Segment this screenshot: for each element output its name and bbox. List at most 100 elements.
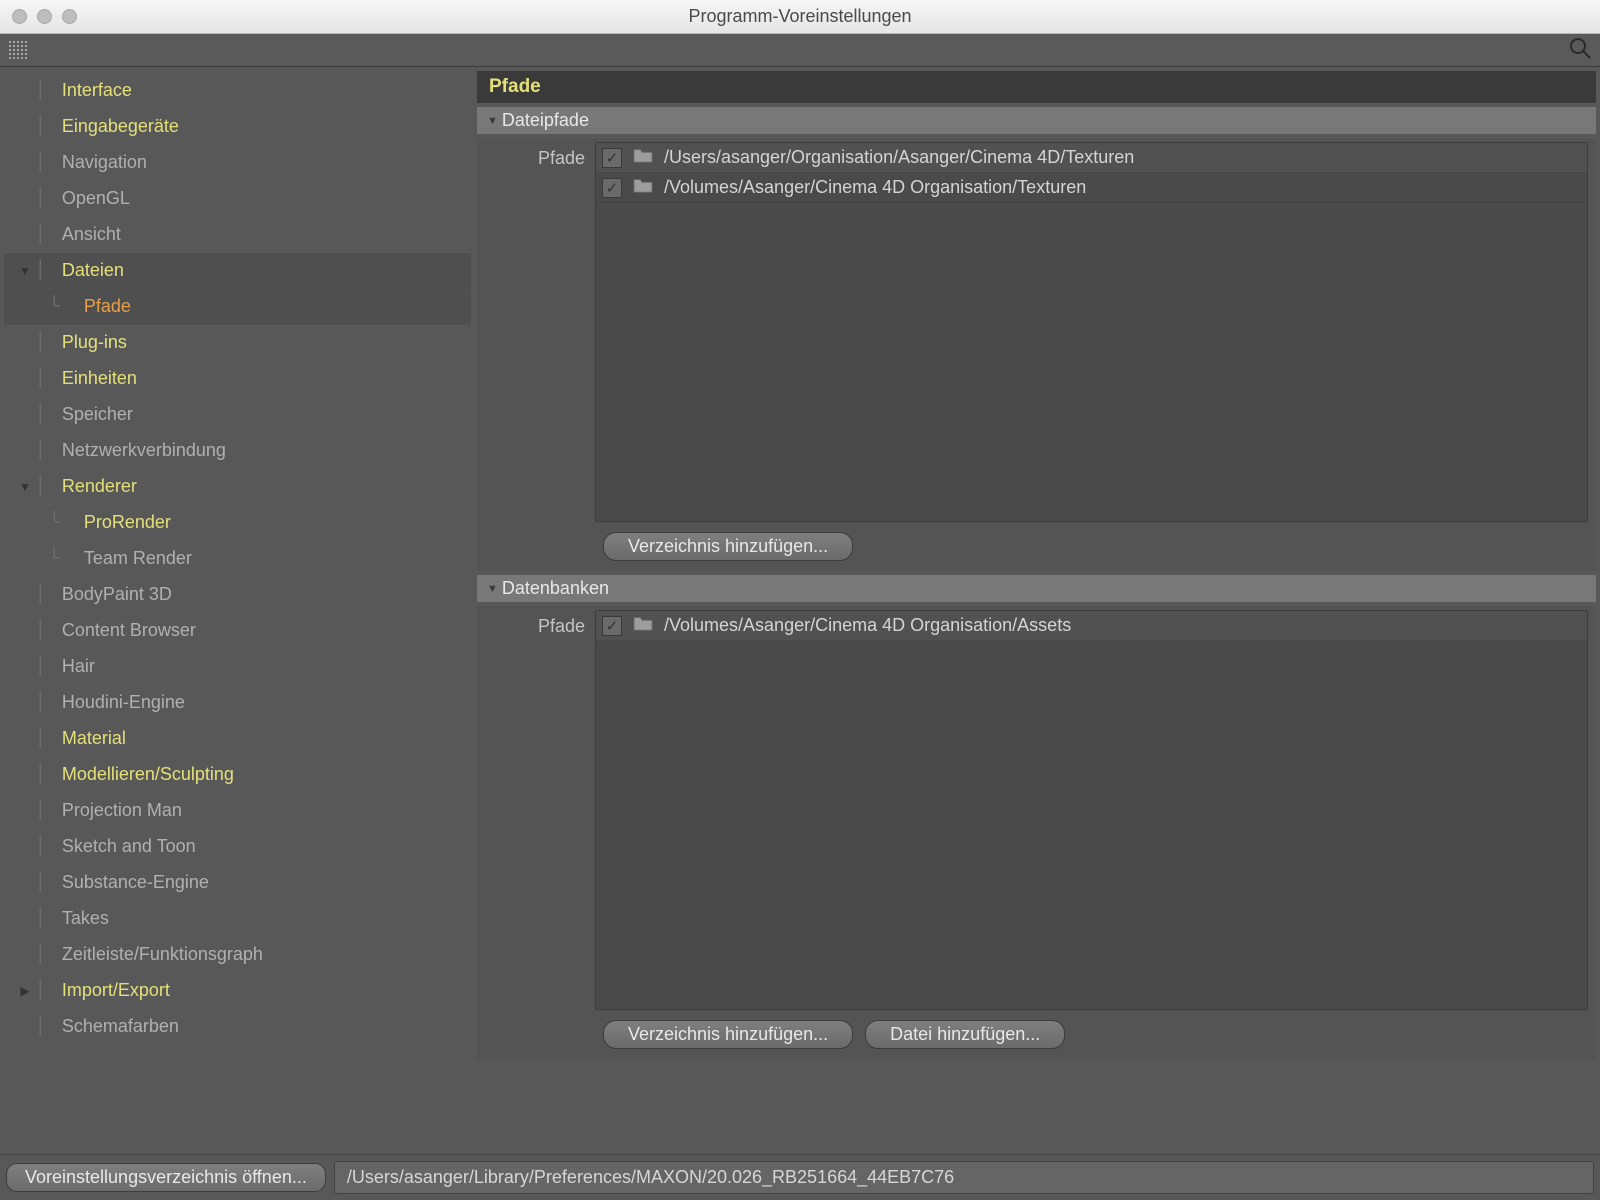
field-label: Pfade [485, 142, 585, 169]
tree-item-label: Team Render [84, 548, 192, 569]
tree-item-label: Modellieren/Sculpting [62, 764, 234, 785]
folder-icon [632, 146, 654, 169]
tree-item-navigation[interactable]: │Navigation [4, 145, 471, 181]
tree-item-hair[interactable]: │ Hair [4, 649, 471, 685]
path-text: /Volumes/Asanger/Cinema 4D Organisation/… [664, 615, 1071, 636]
toolbar [0, 34, 1600, 67]
tree-item-label: OpenGL [62, 188, 130, 209]
section-header-datenbanken[interactable]: ▼ Datenbanken [477, 575, 1596, 602]
path-checkbox[interactable]: ✓ [602, 616, 622, 636]
tree-item-label: Houdini-Engine [62, 692, 185, 713]
tree-item-label: Sketch and Toon [62, 836, 196, 857]
tree-item-label: Plug-ins [62, 332, 127, 353]
tree-item-pfade[interactable]: └Pfade [4, 289, 471, 325]
tree-pipe-icon: │ [35, 224, 46, 245]
tree-item-schemafarben[interactable]: │ Schemafarben [4, 1009, 471, 1045]
tree-pipe-icon: │ [35, 836, 46, 857]
tree-item-modellieren-sculpting[interactable]: │ Modellieren/Sculpting [4, 757, 471, 793]
tree-pipe-icon: │ [35, 728, 46, 749]
tree-pipe-icon: │ [35, 800, 46, 821]
add-directory-button[interactable]: Verzeichnis hinzufügen... [603, 1020, 853, 1049]
search-icon[interactable] [1568, 36, 1592, 65]
section-body-datenbanken: Pfade ✓/Volumes/Asanger/Cinema 4D Organi… [477, 606, 1596, 1059]
tree-item-sketch-and-toon[interactable]: │ Sketch and Toon [4, 829, 471, 865]
tree-item-renderer[interactable]: ▼ │ Renderer [4, 469, 471, 505]
tree-item-projection-man[interactable]: │ Projection Man [4, 793, 471, 829]
tree-item-label: Hair [62, 656, 95, 677]
tree-item-label: Material [62, 728, 126, 749]
path-row[interactable]: ✓ /Volumes/Asanger/Cinema 4D Organisation… [596, 611, 1587, 641]
tree-item-prorender[interactable]: └ProRender [4, 505, 471, 541]
tree-item-label: Eingabegeräte [62, 116, 179, 137]
grid-icon[interactable] [8, 40, 28, 60]
tree-pipe-icon: │ [35, 692, 46, 713]
tree-item-opengl[interactable]: │ OpenGL [4, 181, 471, 217]
tree-pipe-icon: │ [35, 368, 46, 389]
tree-item-label: Ansicht [62, 224, 121, 245]
tree-item-eingabeger-te[interactable]: │ Eingabegeräte [4, 109, 471, 145]
disclosure-triangle-icon: ▼ [487, 583, 498, 595]
tree-item-label: Speicher [62, 404, 133, 425]
tree-item-label: Takes [62, 908, 109, 929]
tree-item-netzwerkverbindung[interactable]: │Netzwerkverbindung [4, 433, 471, 469]
window-titlebar: Programm-Voreinstellungen [0, 0, 1600, 34]
add-file-button[interactable]: Datei hinzufügen... [865, 1020, 1065, 1049]
tree-item-substance-engine[interactable]: │Substance-Engine [4, 865, 471, 901]
tree-item-einheiten[interactable]: │Einheiten [4, 361, 471, 397]
content-panel: Pfade ▼ Dateipfade Pfade ✓/Users/asanger… [477, 71, 1596, 1154]
tree-item-import-export[interactable]: ▶│Import/Export [4, 973, 471, 1009]
twisty-icon: ▼ [19, 264, 31, 278]
tree-item-material[interactable]: │ Material [4, 721, 471, 757]
add-directory-button[interactable]: Verzeichnis hinzufügen... [603, 532, 853, 561]
tree-pipe-icon: │ [35, 188, 46, 209]
tree-item-speicher[interactable]: │ Speicher [4, 397, 471, 433]
tree-item-houdini-engine[interactable]: │ Houdini-Engine [4, 685, 471, 721]
tree-item-label: Import/Export [62, 980, 170, 1001]
tree-pipe-icon: │ [35, 764, 46, 785]
window-title: Programm-Voreinstellungen [0, 6, 1600, 27]
tree-item-interface[interactable]: │Interface [4, 73, 471, 109]
tree-pipe-icon: │ [35, 332, 46, 353]
tree-item-label: ProRender [84, 512, 171, 533]
tree-pipe-icon: │ [35, 116, 46, 137]
tree-item-zeitleiste-funktionsgraph[interactable]: │Zeitleiste/Funktionsgraph [4, 937, 471, 973]
tree-item-label: Projection Man [62, 800, 182, 821]
twisty-icon: ▼ [19, 480, 31, 494]
path-checkbox[interactable]: ✓ [602, 148, 622, 168]
tree-item-label: Schemafarben [62, 1016, 179, 1037]
preferences-tree: │Interface│Eingabegeräte│Navigation│Open… [4, 71, 471, 1154]
tree-item-bodypaint-3d[interactable]: │ BodyPaint 3D [4, 577, 471, 613]
tree-item-content-browser[interactable]: │Content Browser [4, 613, 471, 649]
path-row[interactable]: ✓/Users/asanger/Organisation/Asanger/Cin… [596, 143, 1587, 173]
section-body-dateipfade: Pfade ✓/Users/asanger/Organisation/Asang… [477, 138, 1596, 571]
tree-pipe-icon: │ [35, 584, 46, 605]
tree-pipe-icon: │ [35, 440, 46, 461]
panel-title: Pfade [477, 71, 1596, 103]
db-paths-list[interactable]: ✓ /Volumes/Asanger/Cinema 4D Organisation… [595, 610, 1588, 1010]
tree-item-label: Renderer [62, 476, 137, 497]
tree-item-team-render[interactable]: └Team Render [4, 541, 471, 577]
path-row[interactable]: ✓ /Volumes/Asanger/Cinema 4D Organisation… [596, 173, 1587, 203]
tree-pipe-icon: │ [35, 944, 46, 965]
tree-item-ansicht[interactable]: │ Ansicht [4, 217, 471, 253]
tree-pipe-icon: │ [35, 476, 46, 497]
tree-pipe-icon: │ [35, 1016, 46, 1037]
tree-item-label: Substance-Engine [62, 872, 209, 893]
tree-item-takes[interactable]: │Takes [4, 901, 471, 937]
tree-pipe-icon: │ [35, 620, 46, 641]
main-area: │Interface│Eingabegeräte│Navigation│Open… [0, 67, 1600, 1154]
open-prefs-dir-button[interactable]: Voreinstellungsverzeichnis öffnen... [6, 1163, 326, 1192]
folder-icon [632, 614, 654, 637]
tree-item-label: Pfade [84, 296, 131, 317]
tree-item-label: BodyPaint 3D [62, 584, 172, 605]
file-paths-list[interactable]: ✓/Users/asanger/Organisation/Asanger/Cin… [595, 142, 1588, 522]
path-checkbox[interactable]: ✓ [602, 178, 622, 198]
tree-item-plug-ins[interactable]: │ Plug-ins [4, 325, 471, 361]
path-text: /Volumes/Asanger/Cinema 4D Organisation/… [664, 177, 1086, 198]
folder-icon [632, 176, 654, 199]
tree-pipe-icon: │ [35, 404, 46, 425]
section-header-dateipfade[interactable]: ▼ Dateipfade [477, 107, 1596, 134]
tree-item-label: Navigation [62, 152, 147, 173]
tree-item-dateien[interactable]: ▼│Dateien [4, 253, 471, 289]
tree-pipe-icon: │ [35, 656, 46, 677]
